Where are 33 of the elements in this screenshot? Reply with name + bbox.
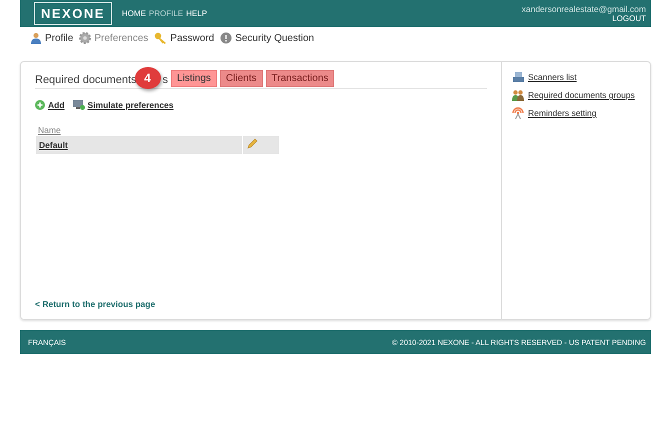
step-badge: 4: [134, 67, 161, 89]
subnav-link[interactable]: Profile: [30, 32, 74, 44]
nav-link[interactable]: HELP: [186, 9, 208, 18]
subnav-link[interactable]: Security Question: [220, 32, 314, 44]
table-cell[interactable]: Default: [36, 136, 242, 154]
action-link[interactable]: Add: [35, 99, 65, 110]
section-title: Required documents: [35, 74, 137, 88]
nav-link[interactable]: PROFILE: [148, 9, 184, 18]
key-icon: [154, 32, 168, 44]
section-title-fragment: s: [162, 74, 168, 88]
tab[interactable]: Clients: [220, 70, 262, 87]
sidebar-link[interactable]: Required documents groups: [512, 89, 650, 101]
people-icon: [512, 89, 524, 101]
logout-link[interactable]: LOGOUT: [612, 14, 646, 24]
signal-icon: [512, 107, 524, 119]
tab[interactable]: Listings: [171, 70, 217, 87]
person-icon: [30, 32, 42, 44]
nav-link[interactable]: HOME: [122, 9, 146, 18]
monitor-icon: [72, 99, 85, 110]
column-header[interactable]: Name: [38, 125, 61, 135]
pencil-icon[interactable]: [246, 138, 258, 150]
add-icon: [35, 100, 45, 110]
subnav-link[interactable]: Password: [154, 32, 214, 44]
gear-icon: [79, 32, 92, 44]
subnav-link[interactable]: Preferences: [79, 32, 148, 44]
action-link[interactable]: Simulate preferences: [72, 99, 174, 110]
sidebar-link[interactable]: Scanners list: [512, 71, 650, 83]
user-email: xandersonrealestate@gmail.com: [522, 4, 646, 14]
scanner-icon: [512, 71, 524, 83]
logo[interactable]: NEXONE: [34, 2, 112, 25]
back-link[interactable]: < Return to the previous page: [35, 299, 487, 309]
sidebar-link[interactable]: Reminders setting: [512, 107, 650, 119]
tab[interactable]: Transactions: [266, 70, 334, 87]
